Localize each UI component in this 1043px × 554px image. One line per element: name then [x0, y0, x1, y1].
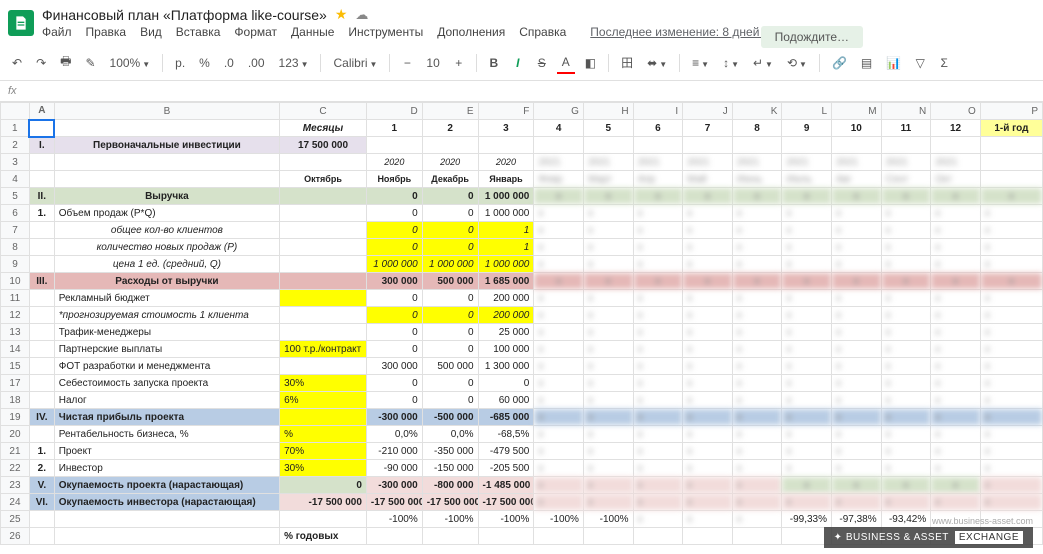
- col-header[interactable]: B: [54, 103, 279, 120]
- print-icon[interactable]: 🖶: [56, 49, 75, 76]
- fx-icon: fx: [8, 85, 17, 97]
- table-row: 24VI.Окупаемость инвестора (нарастающая)…: [1, 494, 1043, 511]
- menu-data[interactable]: Данные: [291, 25, 334, 39]
- document-title[interactable]: Финансовый план «Платформа like-course»: [42, 7, 327, 23]
- star-icon[interactable]: ★: [335, 6, 348, 23]
- menu-tools[interactable]: Инструменты: [348, 25, 423, 39]
- col-header[interactable]: N: [881, 103, 931, 120]
- table-row: 222.Инвестор30%-90 000-150 000-205 500xx…: [1, 460, 1043, 477]
- menu-bar: Файл Правка Вид Вставка Формат Данные Ин…: [42, 25, 795, 39]
- table-row: 10III.Расходы от выручки300 000500 0001 …: [1, 273, 1043, 290]
- zoom-select[interactable]: 100%▼: [106, 53, 155, 73]
- col-header[interactable]: G: [534, 103, 584, 120]
- menu-view[interactable]: Вид: [140, 25, 162, 39]
- menu-addons[interactable]: Дополнения: [437, 25, 505, 39]
- menu-help[interactable]: Справка: [519, 25, 566, 39]
- col-header[interactable]: L: [782, 103, 832, 120]
- col-header[interactable]: P: [980, 103, 1042, 120]
- table-row: 1Месяцы1234567891011121-й год: [1, 120, 1043, 137]
- app-header: Финансовый план «Платформа like-course» …: [0, 0, 1043, 45]
- table-row: 17Себестоимость запуска проекта30%000xxx…: [1, 375, 1043, 392]
- menu-file[interactable]: Файл: [42, 25, 72, 39]
- table-row: 11Рекламный бюджет00200 000xxxxxxxxxx: [1, 290, 1043, 307]
- table-row: 19IV.Чистая прибыль проекта-300 000-500 …: [1, 409, 1043, 426]
- col-header[interactable]: I: [633, 103, 683, 120]
- selected-cell[interactable]: [29, 120, 54, 137]
- table-row: 4ОктябрьНоябрьДекабрьЯнварьФеврМартАпрМа…: [1, 171, 1043, 188]
- halign-icon[interactable]: ≡▼: [688, 53, 713, 73]
- merge-icon[interactable]: ⬌▼: [643, 53, 671, 73]
- functions-icon[interactable]: Σ: [935, 53, 953, 73]
- toolbar: ↶ ↷ 🖶 ✎ 100%▼ р. % .0 .00 123▼ Calibri▼ …: [0, 45, 1043, 81]
- table-row: 3202020202020202120212021202120212021202…: [1, 154, 1043, 171]
- cloud-icon[interactable]: ☁: [355, 7, 368, 23]
- strike-btn[interactable]: S: [533, 53, 551, 73]
- col-header[interactable]: D: [366, 103, 422, 120]
- borders-icon[interactable]: 田: [617, 51, 637, 74]
- table-row: 23V.Окупаемость проекта (нарастающая)0-3…: [1, 477, 1043, 494]
- paint-format-icon[interactable]: ✎: [81, 53, 99, 73]
- table-row: 2I.Первоначальные инвестиции17 500 000: [1, 137, 1043, 154]
- text-color-btn[interactable]: A: [557, 52, 575, 74]
- italic-btn[interactable]: I: [509, 53, 527, 73]
- col-header[interactable]: K: [732, 103, 782, 120]
- formula-bar[interactable]: fx: [0, 81, 1043, 102]
- table-row: 25-100%-100%-100%-100%-100%xxx-99,33%-97…: [1, 511, 1043, 528]
- menu-format[interactable]: Формат: [234, 25, 277, 39]
- rotate-icon[interactable]: ⟲▼: [783, 53, 811, 73]
- col-header[interactable]: F: [478, 103, 534, 120]
- spreadsheet-grid[interactable]: A B C D E F G H I J K L M N O P 1Месяцы1…: [0, 102, 1043, 545]
- undo-icon[interactable]: ↶: [8, 53, 26, 73]
- table-row: 20Рентабельность бизнеса, %%0,0%0,0%-68,…: [1, 426, 1043, 443]
- dec-decrease-btn[interactable]: .0: [220, 53, 238, 73]
- col-header[interactable]: A: [29, 103, 54, 120]
- font-select[interactable]: Calibri▼: [329, 53, 381, 73]
- wrap-icon[interactable]: ↵▼: [749, 53, 777, 73]
- col-header[interactable]: O: [931, 103, 981, 120]
- filter-icon[interactable]: ▽: [911, 53, 929, 73]
- table-row: 5II.Выручка001 000 000xxxxxxxxxx: [1, 188, 1043, 205]
- col-header[interactable]: C: [280, 103, 367, 120]
- table-row: 18Налог6%0060 000xxxxxxxxxx: [1, 392, 1043, 409]
- col-header[interactable]: J: [683, 103, 733, 120]
- col-header[interactable]: M: [832, 103, 882, 120]
- percent-btn[interactable]: %: [195, 53, 214, 73]
- table-row: 61.Объем продаж (P*Q)001 000 000xxxxxxxx…: [1, 205, 1043, 222]
- valign-icon[interactable]: ↕▼: [719, 53, 743, 73]
- table-row: 7общее кол-во клиентов001xxxxxxxxxx: [1, 222, 1043, 239]
- menu-edit[interactable]: Правка: [86, 25, 127, 39]
- fill-color-icon[interactable]: ◧: [581, 53, 600, 73]
- select-all[interactable]: [1, 103, 30, 120]
- comment-icon[interactable]: ▤: [857, 53, 876, 73]
- brand-watermark: ✦ BUSINESS & ASSETEXCHANGE: [824, 527, 1033, 548]
- bold-btn[interactable]: B: [485, 53, 503, 73]
- table-row: 13Трафик-менеджеры0025 000xxxxxxxxxx: [1, 324, 1043, 341]
- font-size-minus[interactable]: −: [398, 53, 416, 73]
- col-header[interactable]: E: [422, 103, 478, 120]
- link-icon[interactable]: 🔗: [828, 53, 851, 73]
- table-row: 211.Проект70%-210 000-350 000-479 500xxx…: [1, 443, 1043, 460]
- wait-badge: Подождите…: [761, 26, 863, 48]
- redo-icon[interactable]: ↷: [32, 53, 50, 73]
- col-header[interactable]: H: [583, 103, 633, 120]
- currency-btn[interactable]: р.: [171, 53, 189, 73]
- table-row: 12*прогнозируемая стоимость 1 клиента002…: [1, 307, 1043, 324]
- table-row: 8количество новых продаж (Р)001xxxxxxxxx…: [1, 239, 1043, 256]
- table-row: 15ФОТ разработки и менеджмента300 000500…: [1, 358, 1043, 375]
- table-row: 9цена 1 ед. (средний, Q)1 000 0001 000 0…: [1, 256, 1043, 273]
- website-watermark: www.business-asset.com: [932, 516, 1033, 526]
- col-header-row: A B C D E F G H I J K L M N O P: [1, 103, 1043, 120]
- dec-increase-btn[interactable]: .00: [244, 53, 269, 73]
- menu-insert[interactable]: Вставка: [176, 25, 221, 39]
- font-size-plus[interactable]: +: [450, 53, 468, 73]
- chart-icon[interactable]: 📊: [882, 53, 905, 73]
- sheets-logo: [8, 10, 34, 36]
- font-size[interactable]: 10: [422, 53, 443, 73]
- table-row: 14Партнерские выплаты100 т.р./контракт00…: [1, 341, 1043, 358]
- number-format-btn[interactable]: 123▼: [275, 53, 313, 73]
